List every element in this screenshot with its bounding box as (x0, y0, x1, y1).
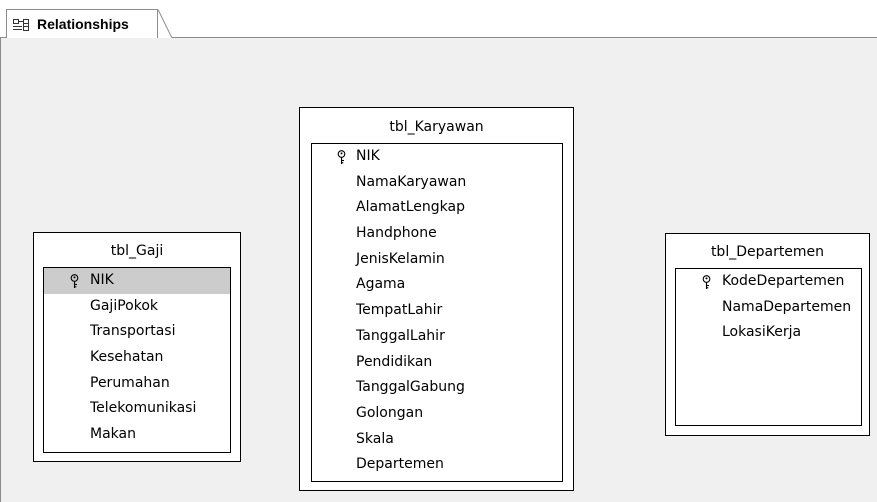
field-label: TanggalLahir (356, 327, 445, 344)
field-row[interactable]: Perumahan (44, 371, 230, 397)
field-label: Telekomunikasi (90, 400, 197, 417)
field-row[interactable]: NamaDepartemen (676, 295, 861, 321)
field-label: Departemen (356, 456, 444, 473)
field-label: Kesehatan (90, 349, 164, 366)
field-label: TempatLahir (356, 302, 443, 319)
field-row[interactable]: Pendidikan (312, 350, 562, 376)
field-row[interactable]: NIK (312, 144, 562, 170)
field-row[interactable]: Golongan (312, 401, 562, 427)
field-label: Handphone (356, 225, 437, 242)
field-row[interactable]: GajiPokok (44, 294, 230, 320)
relationship-canvas[interactable]: tbl_Gaji NIK GajiPokok Transportasi Kesehat… (1, 38, 877, 502)
field-label: Perumahan (90, 374, 170, 391)
field-row[interactable]: Makan (44, 422, 230, 448)
field-row[interactable]: Skala (312, 427, 562, 453)
tab-relationships[interactable]: Relationships (6, 9, 158, 38)
field-row[interactable]: NamaKaryawan (312, 170, 562, 196)
field-row[interactable]: LokasiKerja (676, 320, 861, 346)
field-row[interactable]: Transportasi (44, 319, 230, 345)
field-label: JenisKelamin (356, 250, 445, 267)
field-row[interactable]: Agama (312, 272, 562, 298)
field-row[interactable]: Telekomunikasi (44, 396, 230, 422)
field-row[interactable]: JenisKelamin (312, 247, 562, 273)
table-title[interactable]: tbl_Departemen (666, 241, 869, 263)
field-label: Makan (90, 426, 136, 443)
field-label: LokasiKerja (722, 324, 802, 341)
field-row[interactable]: KodeDepartemen (676, 269, 861, 295)
document-tab-strip: Relationships (0, 0, 877, 38)
field-row[interactable]: AlamatLengkap (312, 195, 562, 221)
relationships-window: Relationships tbl_Gaji NIK GajiPokok Trans… (0, 0, 877, 502)
field-label: TanggalGabung (356, 379, 465, 396)
field-label: Pendidikan (356, 353, 433, 370)
field-row[interactable]: TanggalLahir (312, 324, 562, 350)
field-label: AlamatLengkap (356, 199, 466, 216)
tab-label: Relationships (37, 16, 129, 32)
field-label: GajiPokok (90, 297, 158, 314)
table-window-tbl-karyawan[interactable]: tbl_Karyawan NIK NamaKaryawan AlamatLengka… (299, 107, 574, 491)
primary-key-icon (69, 273, 80, 288)
field-label: Transportasi (90, 323, 176, 340)
field-list[interactable]: NIK NamaKaryawan AlamatLengkap Handphone Jen… (311, 143, 563, 482)
field-list[interactable]: NIK GajiPokok Transportasi Kesehatan Perumah… (43, 267, 231, 453)
field-row[interactable]: Kesehatan (44, 345, 230, 371)
field-row[interactable]: TempatLahir (312, 298, 562, 324)
field-label: NIK (90, 272, 114, 288)
field-label: Skala (356, 430, 394, 447)
primary-key-icon (701, 274, 712, 289)
field-label: NIK (356, 148, 380, 164)
field-row[interactable]: Departemen (312, 452, 562, 478)
table-title[interactable]: tbl_Gaji (34, 240, 240, 262)
field-row[interactable]: TanggalGabung (312, 375, 562, 401)
field-label: NamaDepartemen (722, 298, 852, 315)
field-list[interactable]: KodeDepartemen NamaDepartemen LokasiKerja (675, 268, 862, 426)
field-row[interactable]: Handphone (312, 221, 562, 247)
relationships-icon (13, 17, 29, 31)
field-label: NamaKaryawan (356, 173, 467, 190)
table-window-tbl-gaji[interactable]: tbl_Gaji NIK GajiPokok Transportasi Kesehat… (33, 232, 241, 462)
table-title[interactable]: tbl_Karyawan (300, 116, 573, 138)
primary-key-icon (336, 149, 347, 164)
field-label: Agama (356, 276, 406, 293)
table-window-tbl-departemen[interactable]: tbl_Departemen KodeDepartemen NamaDeparte… (665, 233, 870, 436)
field-label: Golongan (356, 404, 424, 421)
field-label: KodeDepartemen (722, 273, 845, 289)
field-row[interactable]: NIK (44, 268, 230, 294)
